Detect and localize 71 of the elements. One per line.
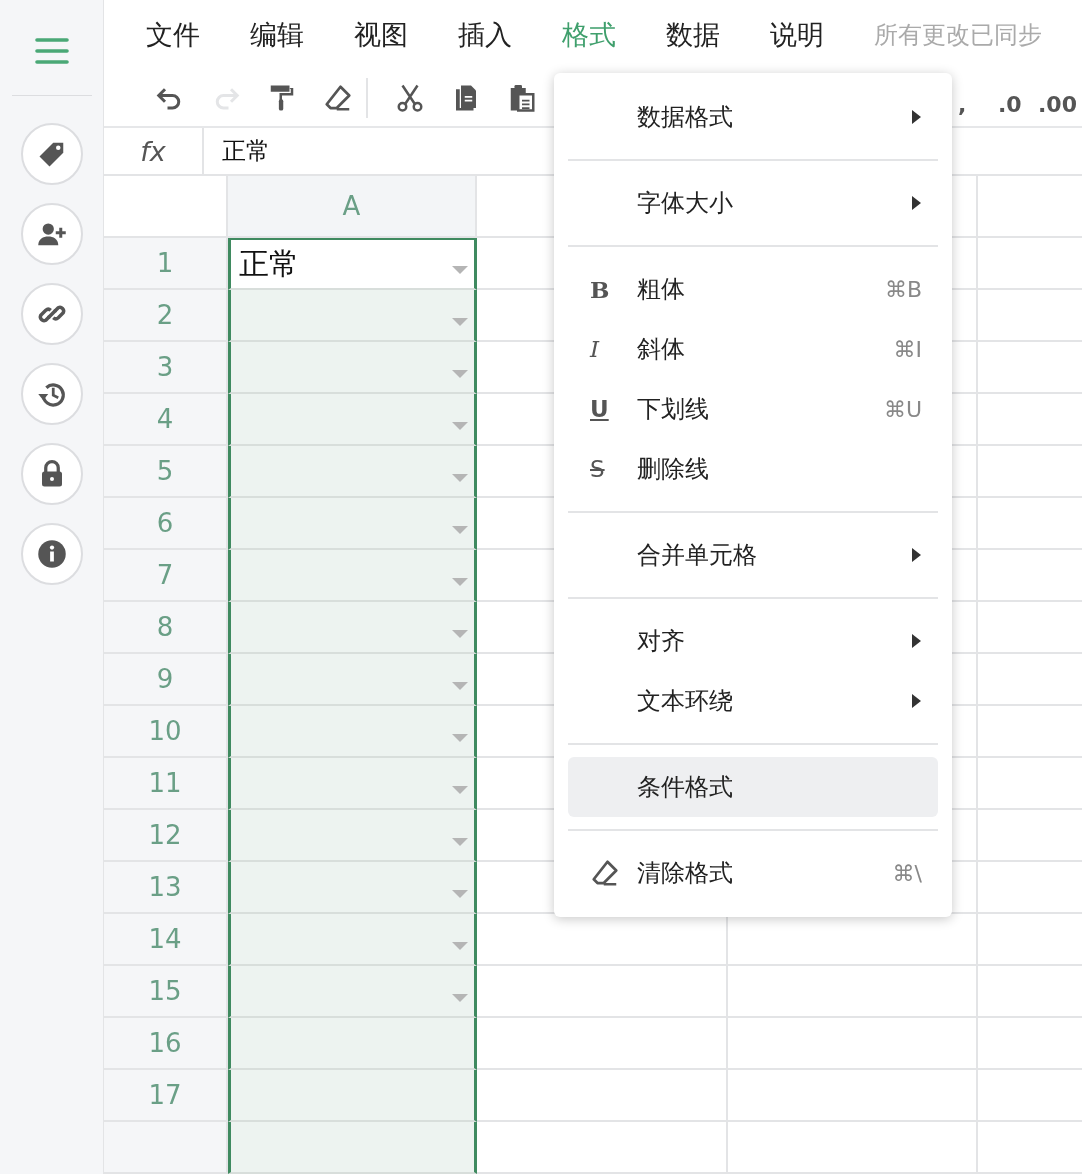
table-cell[interactable] — [228, 1122, 477, 1174]
sync-status: 所有更改已同步 — [874, 19, 1042, 51]
dropdown-caret-icon[interactable] — [452, 526, 468, 534]
table-cell[interactable] — [228, 446, 477, 498]
menu-option[interactable]: 字体大小 — [568, 173, 938, 233]
menu-option[interactable]: 合并单元格 — [568, 525, 938, 585]
menu-option[interactable]: 对齐 — [568, 611, 938, 671]
table-cell[interactable] — [228, 862, 477, 914]
decrease-decimal-button[interactable]: .0 — [998, 92, 1022, 117]
dropdown-caret-icon[interactable] — [452, 942, 468, 950]
menu-item[interactable]: 数据 — [666, 16, 720, 53]
submenu-arrow-icon — [912, 694, 922, 708]
submenu-arrow-icon — [912, 548, 922, 562]
menu-option[interactable]: B 粗体 ⌘B — [568, 259, 938, 319]
table-cell[interactable] — [228, 810, 477, 862]
dropdown-caret-icon[interactable] — [452, 682, 468, 690]
table-cell[interactable] — [228, 290, 477, 342]
table-cell[interactable] — [228, 654, 477, 706]
increase-decimal-button[interactable]: .00 — [1038, 92, 1077, 117]
table-cell[interactable] — [228, 342, 477, 394]
submenu-arrow-icon — [912, 634, 922, 648]
formula-label: fx — [104, 128, 204, 174]
menu-option[interactable]: S 删除线 — [568, 439, 938, 499]
eraser-icon — [590, 858, 620, 888]
underline-icon: U — [590, 396, 609, 422]
menu-option[interactable]: I 斜体 ⌘I — [568, 319, 938, 379]
dropdown-caret-icon[interactable] — [452, 318, 468, 326]
table-cell[interactable] — [228, 1070, 477, 1122]
dropdown-caret-icon[interactable] — [452, 422, 468, 430]
dropdown-caret-icon[interactable] — [452, 266, 468, 274]
table-cell[interactable] — [228, 498, 477, 550]
menu-icon[interactable] — [34, 38, 69, 64]
submenu-arrow-icon — [912, 110, 922, 124]
table-cell[interactable] — [228, 966, 477, 1018]
table-cell[interactable] — [228, 706, 477, 758]
info-icon — [36, 539, 67, 569]
dropdown-caret-icon[interactable] — [452, 370, 468, 378]
menu-option[interactable]: 清除格式 ⌘\ — [568, 843, 938, 903]
menu-option[interactable]: 数据格式 — [568, 87, 938, 147]
eraser-icon — [323, 82, 353, 113]
menu-item[interactable]: 说明 — [770, 16, 824, 53]
dropdown-caret-icon[interactable] — [452, 786, 468, 794]
menu-option[interactable]: U 下划线 ⌘U — [568, 379, 938, 439]
table-cell[interactable] — [228, 914, 477, 966]
menu-option[interactable]: 条件格式 — [568, 757, 938, 817]
dropdown-caret-icon[interactable] — [452, 474, 468, 482]
dropdown-caret-icon[interactable] — [452, 890, 468, 898]
dropdown-caret-icon[interactable] — [452, 630, 468, 638]
dropdown-caret-icon[interactable] — [452, 578, 468, 586]
thousands-separator-button[interactable]: , — [958, 92, 967, 117]
dropdown-caret-icon[interactable] — [452, 838, 468, 846]
dropdown-caret-icon[interactable] — [452, 734, 468, 742]
strike-icon: S — [590, 456, 605, 482]
menu-option[interactable]: 文本环绕 — [568, 671, 938, 731]
menu-item[interactable]: 插入 — [458, 16, 512, 53]
dropdown-caret-icon[interactable] — [452, 994, 468, 1002]
table-cell[interactable] — [228, 394, 477, 446]
menu-item[interactable]: 编辑 — [250, 16, 304, 53]
table-cell[interactable] — [228, 758, 477, 810]
table-cell[interactable] — [228, 550, 477, 602]
scissors-icon — [395, 82, 425, 113]
row-header[interactable] — [104, 1122, 228, 1174]
table-cell[interactable] — [228, 1018, 477, 1070]
bold-icon: B — [590, 275, 610, 303]
submenu-arrow-icon — [912, 196, 922, 210]
italic-icon: I — [590, 336, 600, 362]
menu-item[interactable]: 视图 — [354, 16, 408, 53]
formula-field[interactable]: 正常 — [204, 128, 270, 174]
table-cell[interactable] — [228, 602, 477, 654]
table-cell[interactable]: 正常 — [228, 238, 477, 290]
menu-item[interactable]: 文件 — [146, 16, 200, 53]
